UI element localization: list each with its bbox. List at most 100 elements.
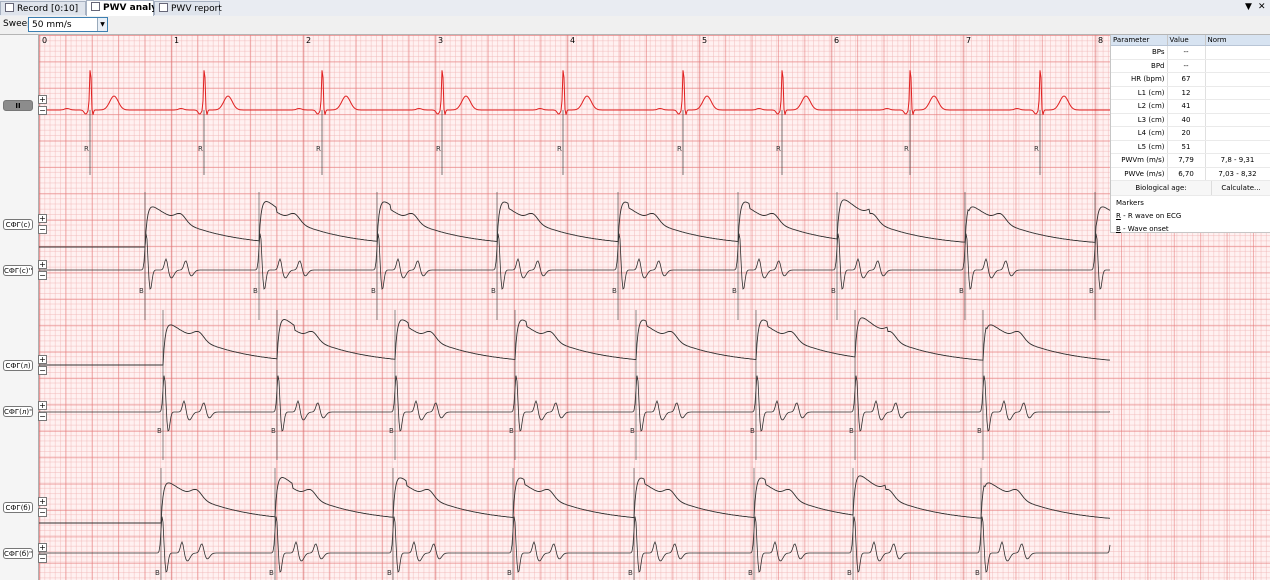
- channel-label-sfg-l-deriv[interactable]: СФГ(л)'': [3, 406, 33, 417]
- param-value: --: [1167, 45, 1206, 60]
- markers-legend: Markers R - R wave on ECG B - Wave onset: [1111, 196, 1270, 237]
- col-header-norm[interactable]: Norm: [1205, 35, 1270, 46]
- r-marker-label: R: [316, 145, 321, 153]
- param-row[interactable]: L2 (cm) 41: [1111, 99, 1270, 114]
- param-row[interactable]: PWVe (m/s) 6,70 7,03 - 8,32: [1111, 167, 1270, 181]
- param-name: L2 (cm): [1111, 99, 1168, 114]
- param-value: 40: [1167, 113, 1206, 127]
- channel-label-ii[interactable]: II: [3, 100, 33, 111]
- param-name: HR (bpm): [1111, 72, 1168, 87]
- scale-down-button[interactable]: −: [38, 271, 47, 280]
- channel-label-sfg-b-deriv[interactable]: СФГ(б)'': [3, 548, 33, 559]
- scale-down-button[interactable]: −: [38, 554, 47, 563]
- tab-pwv-analysis[interactable]: PWV analysis: [86, 0, 171, 16]
- second-marker-label: 3: [438, 36, 443, 45]
- channel-label-sfg-b[interactable]: СФГ(б): [3, 502, 33, 513]
- parameters-table: Parameter Value Norm BPs -- BPd -- HR (bpm) 6…: [1111, 35, 1270, 181]
- channel-label-sfg-c[interactable]: СФГ(с): [3, 219, 33, 230]
- scale-up-button[interactable]: +: [38, 355, 47, 364]
- tab-record-label: Record [0:10]: [17, 4, 79, 14]
- scale-down-button[interactable]: −: [38, 106, 47, 115]
- biological-age-label: Biological age:: [1135, 184, 1187, 192]
- b-marker-label: B: [389, 427, 394, 435]
- parameters-panel: Parameter Value Norm BPs -- BPd -- HR (bpm) 6…: [1110, 35, 1270, 233]
- r-marker-label: R: [776, 145, 781, 153]
- param-value: 41: [1167, 99, 1206, 114]
- tab-bar: Record [0:10] PWV analysis PWV report ▼ …: [0, 0, 1270, 17]
- param-name: BPs: [1111, 45, 1168, 60]
- param-value: 67: [1167, 72, 1206, 87]
- chevron-down-icon[interactable]: ▼: [97, 18, 107, 31]
- second-marker-label: 1: [174, 36, 179, 45]
- tab-pwv-report[interactable]: PWV report: [154, 1, 222, 15]
- scale-down-button[interactable]: −: [38, 225, 47, 234]
- param-name: BPd: [1111, 59, 1168, 73]
- b-marker-label: B: [977, 427, 982, 435]
- biological-age-row: Biological age: Calculate...: [1111, 181, 1270, 196]
- scale-up-button[interactable]: +: [38, 214, 47, 223]
- b-marker-label: B: [847, 569, 852, 577]
- col-header-value[interactable]: Value: [1167, 35, 1206, 46]
- b-marker-label: B: [630, 427, 635, 435]
- r-marker-label: R: [557, 145, 562, 153]
- scale-up-button[interactable]: +: [38, 260, 47, 269]
- b-marker-label: B: [371, 287, 376, 295]
- tab-record[interactable]: Record [0:10]: [0, 1, 86, 15]
- tab-list-dropdown-icon[interactable]: ▼: [1245, 2, 1252, 13]
- param-norm: [1205, 99, 1270, 114]
- param-value: 12: [1167, 86, 1206, 100]
- scale-down-button[interactable]: −: [38, 412, 47, 421]
- channel-label-column: II СФГ(с) СФГ(с)'' СФГ(л) СФГ(л)'' СФГ(б…: [0, 35, 39, 580]
- param-row[interactable]: HR (bpm) 67: [1111, 72, 1270, 87]
- param-name: L5 (cm): [1111, 140, 1168, 154]
- derivative-trace: [39, 516, 1111, 573]
- analysis-icon: [91, 2, 100, 11]
- b-marker-label: B: [750, 427, 755, 435]
- param-row[interactable]: BPs --: [1111, 45, 1270, 60]
- param-row[interactable]: BPd --: [1111, 59, 1270, 73]
- scale-up-button[interactable]: +: [38, 401, 47, 410]
- derivative-trace: [39, 375, 1111, 432]
- second-marker-label: 0: [42, 36, 47, 45]
- col-header-parameter[interactable]: Parameter: [1111, 35, 1168, 46]
- param-value: 7,79: [1167, 153, 1206, 168]
- close-icon[interactable]: ✕: [1258, 2, 1266, 13]
- sweep-toolbar: Sweep 50 mm/s ▼: [0, 16, 1270, 35]
- param-row[interactable]: L1 (cm) 12: [1111, 86, 1270, 100]
- b-marker-label: B: [139, 287, 144, 295]
- param-norm: [1205, 86, 1270, 100]
- param-name: PWVe (m/s): [1111, 167, 1168, 181]
- b-marker-label: B: [628, 569, 633, 577]
- second-marker-label: 7: [966, 36, 971, 45]
- waveform-canvas[interactable]: 0 1 2 3 4 5 6 7 8R R R R R R R R RB B B B B B B B BB B B B B B B BB B B B B…: [39, 35, 1270, 580]
- sweep-select[interactable]: 50 mm/s ▼: [28, 17, 108, 32]
- channel-label-sfg-l[interactable]: СФГ(л): [3, 360, 33, 371]
- b-marker-label: B: [748, 569, 753, 577]
- record-icon: [5, 3, 14, 12]
- scale-down-button[interactable]: −: [38, 508, 47, 517]
- b-marker-label: B: [509, 427, 514, 435]
- param-name: PWVm (m/s): [1111, 153, 1168, 168]
- b-marker-label: B: [849, 427, 854, 435]
- marker-text: - R wave on ECG: [1120, 212, 1182, 220]
- scale-up-button[interactable]: +: [38, 543, 47, 552]
- param-row[interactable]: L3 (cm) 40: [1111, 113, 1270, 127]
- param-value: 6,70: [1167, 167, 1206, 181]
- derivative-trace: [39, 233, 1110, 290]
- markers-title: Markers: [1116, 199, 1144, 207]
- b-marker-label: B: [507, 569, 512, 577]
- scale-down-button[interactable]: −: [38, 366, 47, 375]
- channel-label-sfg-c-deriv[interactable]: СФГ(с)'': [3, 265, 33, 276]
- calculate-button[interactable]: Calculate...: [1211, 181, 1270, 195]
- scale-up-button[interactable]: +: [38, 95, 47, 104]
- second-marker-label: 6: [834, 36, 839, 45]
- param-norm: [1205, 140, 1270, 154]
- param-row[interactable]: L4 (cm) 20: [1111, 126, 1270, 141]
- param-norm: [1205, 126, 1270, 141]
- scale-up-button[interactable]: +: [38, 497, 47, 506]
- b-marker-label: B: [387, 569, 392, 577]
- param-name: L4 (cm): [1111, 126, 1168, 141]
- param-norm: 7,8 - 9,31: [1205, 153, 1270, 168]
- param-row[interactable]: PWVm (m/s) 7,79 7,8 - 9,31: [1111, 153, 1270, 168]
- param-row[interactable]: L5 (cm) 51: [1111, 140, 1270, 154]
